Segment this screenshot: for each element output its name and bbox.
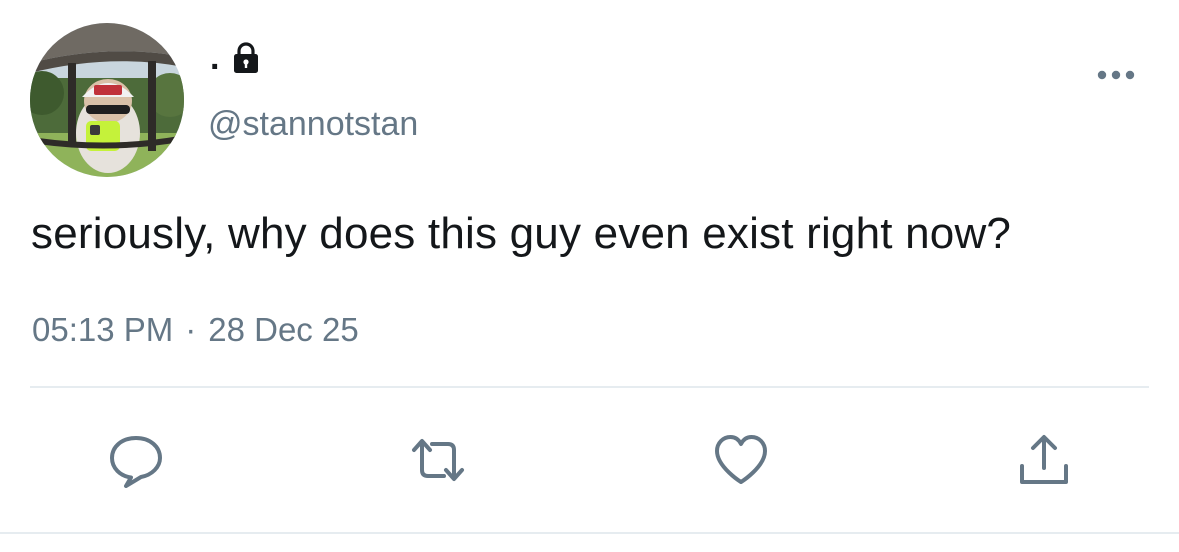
share-upload-icon [1020,435,1068,484]
profile-photo [30,23,184,177]
retweet-button[interactable] [406,428,470,492]
display-name-text: . [210,39,220,77]
tweet-timestamp[interactable]: 05:13 PM · 28 Dec 25 [32,310,359,350]
heart-icon [715,435,767,484]
bottom-border [0,532,1179,534]
more-options-button[interactable] [1096,64,1136,86]
tweet-date: 28 Dec 25 [208,311,359,348]
speech-bubble-icon [110,436,162,488]
divider [30,386,1149,388]
share-button[interactable] [1012,428,1076,492]
avatar[interactable] [30,23,184,177]
lock-icon [229,41,263,75]
retweet-arrows-icon [412,439,464,481]
tweet-text: seriously, why does this guy even exist … [31,209,1012,258]
reply-button[interactable] [104,428,168,492]
timestamp-separator: · [185,311,197,348]
user-handle[interactable]: @stannotstan [208,104,418,144]
tweet-time: 05:13 PM [32,311,174,348]
action-bar [0,428,1179,492]
display-name[interactable]: . [210,38,263,78]
more-horizontal-icon [1097,70,1135,80]
like-button[interactable] [709,428,773,492]
